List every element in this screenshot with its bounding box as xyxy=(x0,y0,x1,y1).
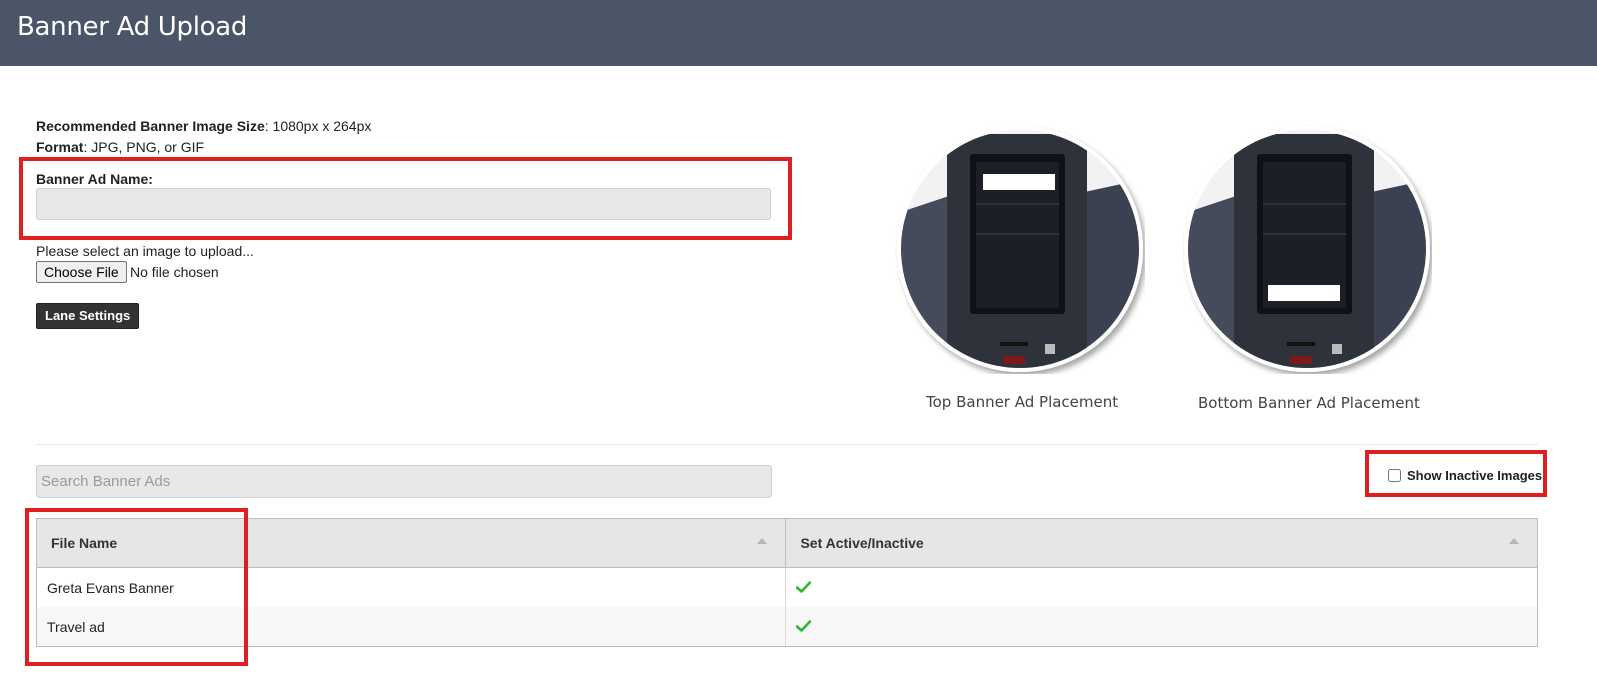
table-header-row: File Name Set Active/Inactive xyxy=(35,518,1538,568)
search-banner-ads-input[interactable] xyxy=(36,465,772,498)
image-size-value: : 1080px x 264px xyxy=(264,118,372,134)
bottom-placement-image xyxy=(1184,126,1430,372)
column-label: Set Active/Inactive xyxy=(800,535,924,551)
choose-file-button[interactable]: Choose File xyxy=(36,261,127,283)
banner-name-label: Banner Ad Name: xyxy=(36,171,153,187)
image-size-info: Recommended Banner Image Size: 1080px x … xyxy=(36,118,371,134)
format-value: : JPG, PNG, or GIF xyxy=(83,139,205,155)
column-label: File Name xyxy=(51,535,118,551)
banner-ads-table: File Name Set Active/Inactive Greta Evan… xyxy=(35,518,1538,647)
show-inactive-label: Show Inactive Images xyxy=(1407,468,1543,483)
show-inactive-checkbox[interactable] xyxy=(1388,469,1401,482)
sort-arrow-icon[interactable] xyxy=(757,538,768,544)
image-size-label: Recommended Banner Image Size xyxy=(36,118,265,134)
sort-arrow-icon[interactable] xyxy=(1509,538,1519,544)
upload-prompt: Please select an image to upload... xyxy=(36,243,254,259)
bottom-placement-caption: Bottom Banner Ad Placement xyxy=(1198,394,1420,412)
banner-name-input[interactable] xyxy=(36,188,771,220)
file-name-cell: Greta Evans Banner xyxy=(35,567,787,607)
checkmark-icon[interactable] xyxy=(796,619,812,635)
page-title: Banner Ad Upload xyxy=(17,12,248,42)
top-placement-image xyxy=(897,126,1143,372)
show-inactive-toggle[interactable]: Show Inactive Images xyxy=(1388,468,1542,483)
file-name-cell: Travel ad xyxy=(35,607,787,647)
active-cell xyxy=(785,607,1538,647)
column-header-set-active[interactable]: Set Active/Inactive xyxy=(785,518,1538,568)
page-header: Banner Ad Upload xyxy=(0,0,1597,66)
format-label: Format xyxy=(36,139,84,155)
checkmark-icon[interactable] xyxy=(796,580,812,596)
table-row: Travel ad xyxy=(35,607,1538,647)
top-placement-caption: Top Banner Ad Placement xyxy=(926,393,1119,411)
section-divider xyxy=(36,444,1538,445)
lane-settings-button[interactable]: Lane Settings xyxy=(36,303,140,329)
active-cell xyxy=(785,567,1538,607)
table-row: Greta Evans Banner xyxy=(35,567,1538,607)
format-info: Format: JPG, PNG, or GIF xyxy=(36,139,204,155)
file-status: No file chosen xyxy=(130,264,219,280)
column-header-file-name[interactable]: File Name xyxy=(35,518,787,568)
